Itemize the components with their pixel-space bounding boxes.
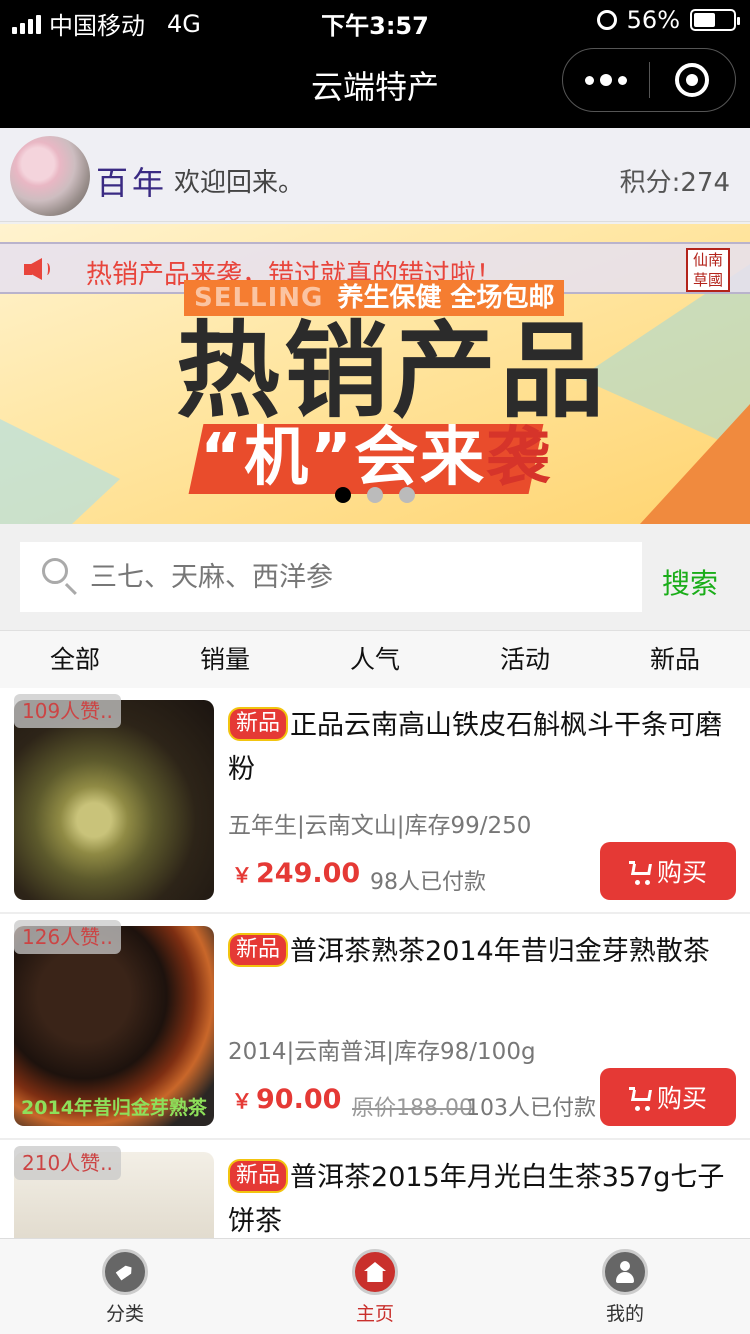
banner-subline: “机”会来袭 [200,420,552,496]
search-button[interactable]: 搜索 [662,562,718,602]
tabbar-item-mine[interactable]: 我的 [500,1239,750,1334]
product-title[interactable]: 新品 普洱茶2015年月光白生茶357g七子饼茶 [228,1156,738,1238]
cart-icon [628,1087,653,1111]
filter-tabs: 全部 销量 人气 活动 新品 [0,630,750,688]
carousel-dots [0,487,750,503]
points-label: 积分:274 [619,168,730,198]
alarm-icon [596,10,617,30]
tabbar-label: 分类 [105,1303,144,1325]
likes-badge: 210人赞.. [14,1146,121,1180]
paid-count: 98人已付款 [370,870,486,895]
tabbar-label: 主页 [355,1303,394,1325]
image-caption: 2014年昔归金芽熟茶 [21,1097,207,1119]
tabbar-item-home[interactable]: 主页 [250,1239,500,1334]
product-title[interactable]: 新品 普洱茶熟茶2014年昔归金芽熟散茶 [228,930,738,974]
price-value: 249.00 [256,858,361,889]
banner-sub-text: “机”会来 [200,421,487,495]
price-symbol: ￥ [232,863,252,887]
paid-count: 103人已付款 [466,1096,596,1121]
product-meta: 2014|云南普洱|库存98/100g [228,1039,536,1065]
cart-icon [628,861,653,885]
banner-headline: 热销产品 [176,310,609,432]
product-meta: 五年生|云南文山|库存99/250 [228,813,532,839]
brand-seal-logo: 仙南草國 [686,248,730,292]
mini-program-capsule [562,48,736,112]
product-image[interactable]: 2014年昔归金芽熟茶 [14,926,214,1126]
banner-sub-last: 袭 [486,421,553,495]
price-symbol: ￥ [232,1089,252,1113]
tab-popular[interactable]: 人气 [300,631,450,688]
tab-sales[interactable]: 销量 [150,631,300,688]
product-price: ￥ 90.00 [232,1084,341,1115]
buy-button[interactable]: 购买 [600,1068,736,1126]
buy-label: 购买 [656,858,707,887]
status-right: 56% [596,6,740,34]
close-target-icon[interactable] [650,49,736,111]
product-title-text: 普洱茶熟茶2014年昔归金芽熟散茶 [290,936,710,967]
search-box [20,542,642,612]
status-bar: 中国移动 4G 下午3:57 56% [0,0,750,40]
carousel-dot[interactable] [335,487,351,503]
bottom-tab-bar: 分类 主页 我的 [0,1238,750,1334]
buy-label: 购买 [656,1084,707,1113]
tab-events[interactable]: 活动 [450,631,600,688]
likes-badge: 109人赞.. [14,694,121,728]
tabbar-label: 我的 [605,1303,644,1325]
new-badge: 新品 [228,1159,289,1193]
product-title-text: 正品云南高山铁皮石斛枫斗干条可磨粉 [228,710,723,785]
likes-badge: 126人赞.. [14,920,121,954]
product-card[interactable]: 109人赞.. 新品 正品云南高山铁皮石斛枫斗干条可磨粉 五年生|云南文山|库存9… [0,688,750,914]
price-value: 90.00 [256,1084,342,1115]
avatar[interactable] [10,136,90,216]
product-price: ￥ 249.00 [232,858,360,889]
product-title[interactable]: 新品 正品云南高山铁皮石斛枫斗干条可磨粉 [228,704,738,792]
category-tag-icon [102,1249,148,1295]
home-icon [352,1249,398,1295]
product-card[interactable]: 2014年昔归金芽熟茶 126人赞.. 新品 普洱茶熟茶2014年昔归金芽熟散茶 … [0,914,750,1140]
nav-bar: 云端特产 [0,40,750,128]
search-input[interactable] [90,542,630,612]
welcome-text: 欢迎回来。 [174,168,305,198]
carousel-dot[interactable] [367,487,383,503]
tab-new[interactable]: 新品 [600,631,750,688]
new-badge: 新品 [228,707,289,741]
product-card[interactable]: 210人赞.. 新品 普洱茶2015年月光白生茶357g七子饼茶 [0,1140,750,1238]
speaker-icon [24,256,52,282]
tabbar-item-category[interactable]: 分类 [0,1239,250,1334]
search-area: 搜索 [0,524,750,628]
carousel-dot[interactable] [399,487,415,503]
buy-button[interactable]: 购买 [600,842,736,900]
product-list: 109人赞.. 新品 正品云南高山铁皮石斛枫斗干条可磨粉 五年生|云南文山|库存9… [0,688,750,1238]
battery-percent: 56% [626,6,680,34]
battery-icon [690,9,740,31]
user-bar: 百年 欢迎回来。 积分:274 [0,128,750,222]
user-icon [602,1249,648,1295]
search-icon [42,558,68,584]
original-price: 原价188.00 [352,1096,473,1121]
promo-banner[interactable]: 热销产品来袭，错过就真的错过啦！ 仙南草國 SELLING 养生保健 全场包邮 … [0,224,750,524]
new-badge: 新品 [228,933,289,967]
product-title-text: 普洱茶2015年月光白生茶357g七子饼茶 [228,1162,725,1237]
product-image[interactable] [14,700,214,900]
tab-all[interactable]: 全部 [0,631,150,688]
username: 百年 [96,164,169,202]
more-dots-icon[interactable] [563,49,649,111]
